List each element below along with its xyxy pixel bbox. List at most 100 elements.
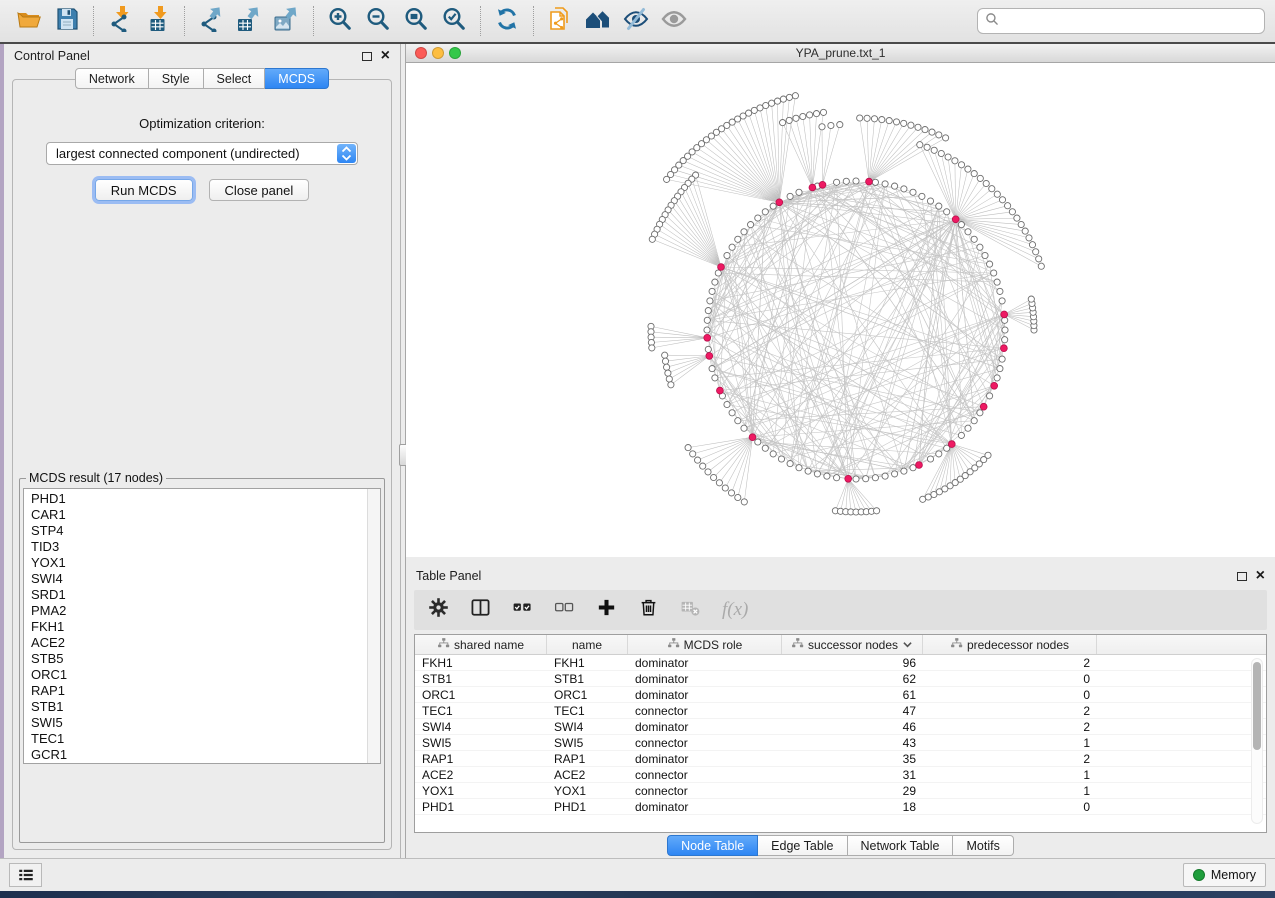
mcds-result-item[interactable]: STP4 [31,523,364,539]
float-table-panel-icon[interactable] [1237,572,1247,581]
cell-successor-nodes[interactable]: 62 [782,672,923,686]
search-box[interactable] [977,8,1265,34]
cell-name[interactable]: PHD1 [547,800,628,814]
cell-predecessor-nodes[interactable]: 2 [923,752,1097,766]
cell-MCDS-role[interactable]: connector [628,736,782,750]
mcds-result-item[interactable]: TEC1 [31,731,364,747]
tab-network[interactable]: Network [75,68,149,89]
cell-shared-name[interactable]: FKH1 [415,656,547,670]
zoom-fit-button[interactable] [397,5,435,37]
table-row[interactable]: ORC1ORC1dominator610 [415,687,1266,703]
cell-name[interactable]: SWI4 [547,720,628,734]
tab-mcds[interactable]: MCDS [265,68,329,89]
close-panel-button[interactable]: Close panel [209,179,310,201]
cell-predecessor-nodes[interactable]: 1 [923,768,1097,782]
table-row[interactable]: YOX1YOX1connector291 [415,783,1266,799]
table-row[interactable]: FKH1FKH1dominator962 [415,655,1266,671]
show-columns-button[interactable] [470,597,491,623]
mcds-result-item[interactable]: RAP1 [31,683,364,699]
cell-shared-name[interactable]: STB1 [415,672,547,686]
refresh-network-button[interactable] [488,5,526,37]
close-table-panel-icon[interactable]: × [1256,571,1265,581]
cell-MCDS-role[interactable]: connector [628,704,782,718]
import-network-button[interactable] [101,5,139,37]
export-image-button[interactable] [268,5,306,37]
cell-shared-name[interactable]: SWI5 [415,736,547,750]
cell-predecessor-nodes[interactable]: 2 [923,720,1097,734]
cell-name[interactable]: ACE2 [547,768,628,782]
cell-shared-name[interactable]: PHD1 [415,800,547,814]
cell-successor-nodes[interactable]: 96 [782,656,923,670]
cell-predecessor-nodes[interactable]: 0 [923,672,1097,686]
table-row[interactable]: TEC1TEC1connector472 [415,703,1266,719]
table-settings-button[interactable] [428,597,449,623]
cell-name[interactable]: SWI5 [547,736,628,750]
mcds-result-item[interactable]: ACE2 [31,635,364,651]
cell-name[interactable]: ORC1 [547,688,628,702]
network-window-titlebar[interactable]: YPA_prune.txt_1 [406,44,1275,63]
zoom-selected-button[interactable] [435,5,473,37]
list-scrollbar[interactable] [367,489,380,763]
float-window-icon[interactable] [362,52,372,61]
zoom-in-button[interactable] [321,5,359,37]
tab-motifs[interactable]: Motifs [953,835,1013,856]
column-header-name[interactable]: name [547,635,628,654]
cell-MCDS-role[interactable]: dominator [628,720,782,734]
table-row[interactable]: STB1STB1dominator620 [415,671,1266,687]
cell-MCDS-role[interactable]: dominator [628,800,782,814]
create-column-button[interactable] [596,597,617,623]
mcds-result-item[interactable]: PHD1 [31,491,364,507]
table-row[interactable]: ACE2ACE2connector311 [415,767,1266,783]
cell-successor-nodes[interactable]: 35 [782,752,923,766]
cell-successor-nodes[interactable]: 47 [782,704,923,718]
cell-MCDS-role[interactable]: dominator [628,752,782,766]
cell-successor-nodes[interactable]: 46 [782,720,923,734]
cell-MCDS-role[interactable]: dominator [628,688,782,702]
cell-name[interactable]: TEC1 [547,704,628,718]
cell-name[interactable]: FKH1 [547,656,628,670]
window-maximize-icon[interactable] [449,47,461,59]
column-header-MCDS-role[interactable]: MCDS role [628,635,782,654]
tab-select[interactable]: Select [204,68,266,89]
cell-MCDS-role[interactable]: dominator [628,672,782,686]
mcds-result-list[interactable]: PHD1CAR1STP4TID3YOX1SWI4SRD1PMA2FKH1ACE2… [23,488,381,764]
tab-edge-table[interactable]: Edge Table [758,835,847,856]
horizontal-splitter[interactable] [406,557,1275,564]
graphics-details-button[interactable] [655,5,693,37]
cell-successor-nodes[interactable]: 43 [782,736,923,750]
cell-predecessor-nodes[interactable]: 2 [923,704,1097,718]
delete-columns-button[interactable] [638,597,659,623]
cell-MCDS-role[interactable]: connector [628,768,782,782]
zoom-out-button[interactable] [359,5,397,37]
cell-name[interactable]: RAP1 [547,752,628,766]
select-all-columns-button[interactable] [512,597,533,623]
hide-panels-button[interactable] [617,5,655,37]
cell-shared-name[interactable]: ACE2 [415,768,547,782]
cell-predecessor-nodes[interactable]: 1 [923,784,1097,798]
table-row[interactable]: SWI4SWI4dominator462 [415,719,1266,735]
criterion-dropdown[interactable]: largest connected component (undirected) [46,142,358,165]
mcds-result-item[interactable]: STB1 [31,699,364,715]
cell-predecessor-nodes[interactable]: 0 [923,800,1097,814]
cell-shared-name[interactable]: YOX1 [415,784,547,798]
column-header-successor-nodes[interactable]: successor nodes [782,635,923,654]
open-file-button[interactable] [10,5,48,37]
search-input[interactable] [1004,14,1257,28]
mcds-result-item[interactable]: CAR1 [31,507,364,523]
tab-style[interactable]: Style [149,68,204,89]
memory-button[interactable]: Memory [1183,863,1266,887]
cell-successor-nodes[interactable]: 61 [782,688,923,702]
cell-shared-name[interactable]: TEC1 [415,704,547,718]
cell-name[interactable]: YOX1 [547,784,628,798]
mcds-result-item[interactable]: YOX1 [31,555,364,571]
clone-network-button[interactable] [541,5,579,37]
cell-successor-nodes[interactable]: 31 [782,768,923,782]
cell-shared-name[interactable]: SWI4 [415,720,547,734]
task-history-button[interactable] [9,863,42,887]
table-row[interactable]: PHD1PHD1dominator180 [415,799,1266,815]
table-row[interactable]: RAP1RAP1dominator352 [415,751,1266,767]
tab-node-table[interactable]: Node Table [667,835,758,856]
mcds-result-item[interactable]: PMA2 [31,603,364,619]
run-mcds-button[interactable]: Run MCDS [95,179,193,201]
cell-name[interactable]: STB1 [547,672,628,686]
